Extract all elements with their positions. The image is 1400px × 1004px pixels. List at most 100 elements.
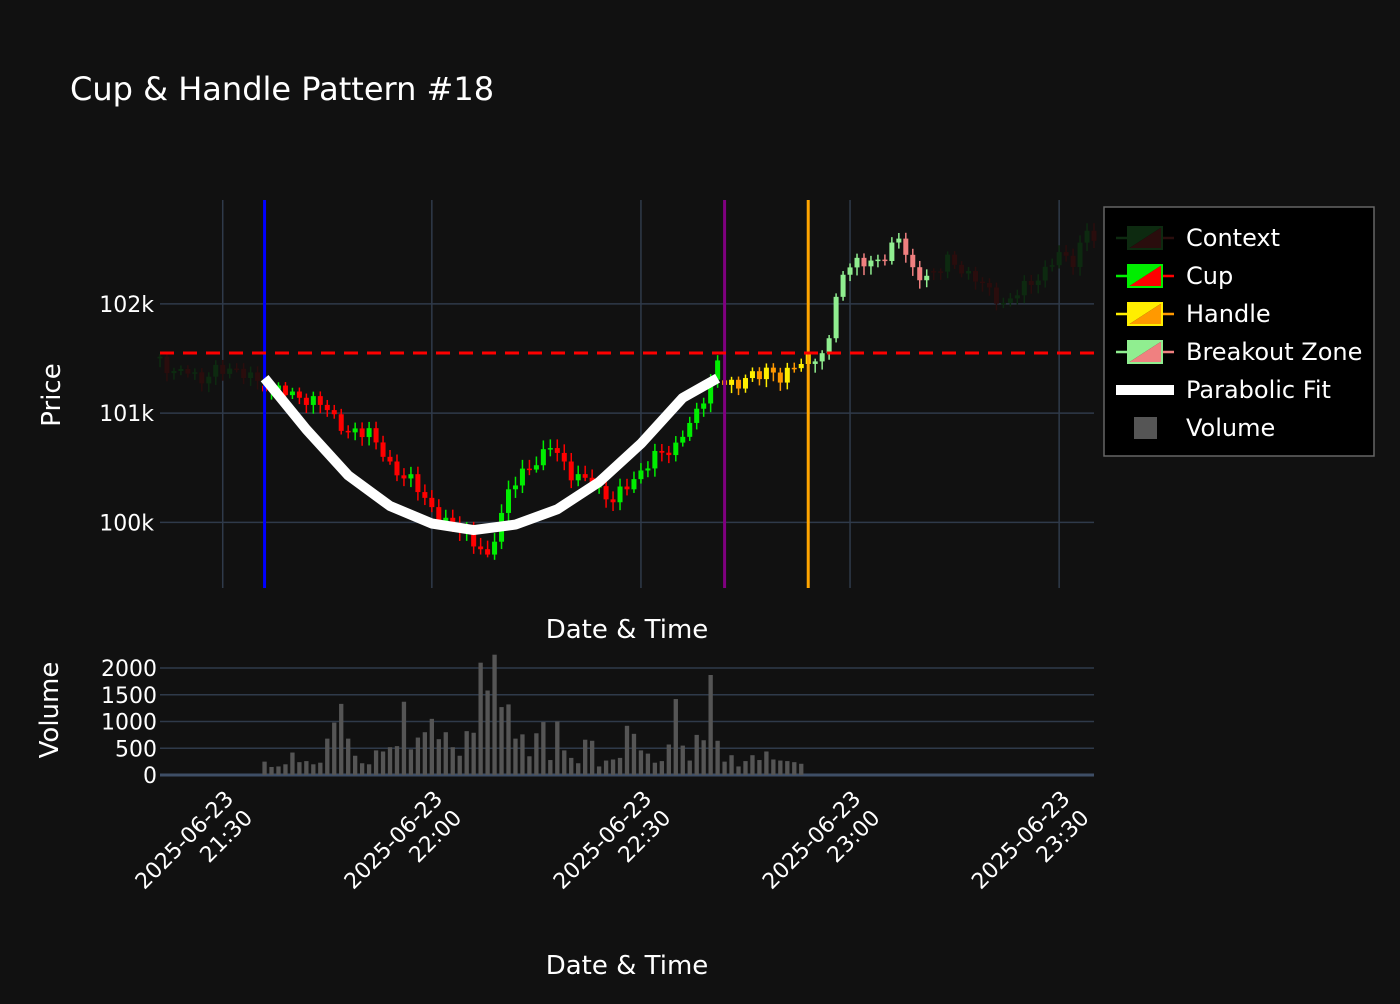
candle: [1084, 223, 1090, 252]
candle: [694, 402, 700, 430]
candle-body: [903, 238, 909, 255]
candle: [380, 435, 386, 462]
candle-body: [540, 449, 546, 466]
candle: [791, 362, 797, 373]
candle-body: [1049, 265, 1055, 267]
candle: [861, 253, 867, 276]
candle-body: [241, 368, 247, 379]
volume-bar: [569, 757, 574, 775]
legend-label: Parabolic Fit: [1186, 376, 1331, 404]
candle-body: [979, 281, 985, 284]
candle: [986, 278, 992, 296]
candle-body: [338, 414, 344, 431]
candle: [547, 439, 553, 457]
candle-body: [248, 372, 254, 379]
candle: [554, 439, 560, 462]
candle: [812, 358, 818, 373]
candle-body: [1028, 280, 1034, 285]
candle-body: [993, 287, 999, 304]
candle: [310, 391, 316, 414]
volume-bar: [583, 739, 588, 775]
candle: [666, 445, 672, 464]
cup-handle-chart: Cup & Handle Pattern #18 100k 101k 102k Pr…: [0, 0, 1400, 1000]
candle: [903, 232, 909, 263]
candle-body: [1063, 252, 1069, 256]
candle-body: [1070, 255, 1076, 268]
candle-body: [171, 371, 177, 374]
candle: [345, 425, 351, 439]
candle-body: [519, 468, 525, 486]
candle: [777, 367, 783, 391]
candle: [840, 271, 846, 301]
volume-bar: [736, 766, 741, 775]
volume-bar: [513, 738, 518, 775]
candle: [352, 422, 358, 441]
candle: [373, 421, 379, 450]
legend-item: Handle: [1116, 300, 1271, 328]
candle: [631, 471, 637, 493]
candle-body: [652, 450, 658, 469]
candle-body: [1042, 266, 1048, 281]
volume-bar: [589, 740, 595, 775]
candle: [561, 444, 567, 471]
volume-bar: [346, 738, 351, 775]
candle-body: [213, 364, 219, 377]
candle-body: [192, 372, 198, 374]
candle: [422, 484, 428, 506]
candle-body: [819, 353, 825, 362]
candle-body: [777, 372, 783, 383]
candle-body: [938, 271, 944, 273]
volume-bar: [520, 734, 525, 775]
candle: [512, 476, 518, 498]
candle-body: [408, 474, 414, 479]
volume-bar: [373, 750, 379, 775]
candle: [701, 397, 707, 417]
candle: [324, 399, 330, 417]
volume-bar: [359, 763, 365, 775]
candle: [756, 367, 762, 386]
candle-body: [1014, 295, 1020, 299]
candle-body: [157, 356, 163, 359]
candle: [659, 444, 665, 462]
candle: [157, 353, 163, 368]
volume-bar: [555, 721, 560, 775]
candle: [387, 450, 393, 465]
candle-body: [659, 450, 665, 453]
volume-bar: [339, 703, 344, 775]
volume-bar: [297, 762, 302, 775]
volume-bar: [729, 755, 734, 775]
candle: [798, 358, 804, 372]
candle-body: [924, 275, 930, 281]
candle: [749, 367, 755, 382]
candle-body: [875, 259, 881, 262]
volume-bar: [694, 734, 699, 775]
candle: [331, 404, 337, 419]
volume-y-tick-label: 2000: [101, 657, 157, 682]
volume-bar: [617, 757, 623, 775]
candle-body: [547, 448, 553, 450]
candle: [478, 537, 484, 555]
volume-bar: [792, 762, 797, 775]
candle: [847, 263, 853, 282]
candle: [234, 363, 240, 373]
price-y-tick-label: 100k: [99, 511, 154, 536]
candle-body: [345, 430, 351, 433]
candle-body: [972, 271, 979, 282]
volume-bar: [659, 761, 665, 775]
candle-body: [575, 474, 581, 481]
candle-body: [478, 546, 484, 550]
candle-body: [680, 436, 686, 443]
candle-body: [833, 296, 839, 339]
candle: [1056, 245, 1062, 269]
candle-body: [561, 452, 567, 462]
candle: [220, 359, 226, 381]
volume-bar: [304, 761, 309, 775]
candle: [185, 365, 191, 378]
volume-bar: [652, 762, 658, 775]
volume-y-axis-label: Volume: [35, 662, 65, 759]
candle: [770, 363, 776, 382]
x-tick-label: 2025-06-2323:00: [758, 787, 885, 895]
candle: [624, 478, 630, 496]
legend-label: Volume: [1186, 414, 1275, 442]
candle-body: [854, 257, 860, 268]
